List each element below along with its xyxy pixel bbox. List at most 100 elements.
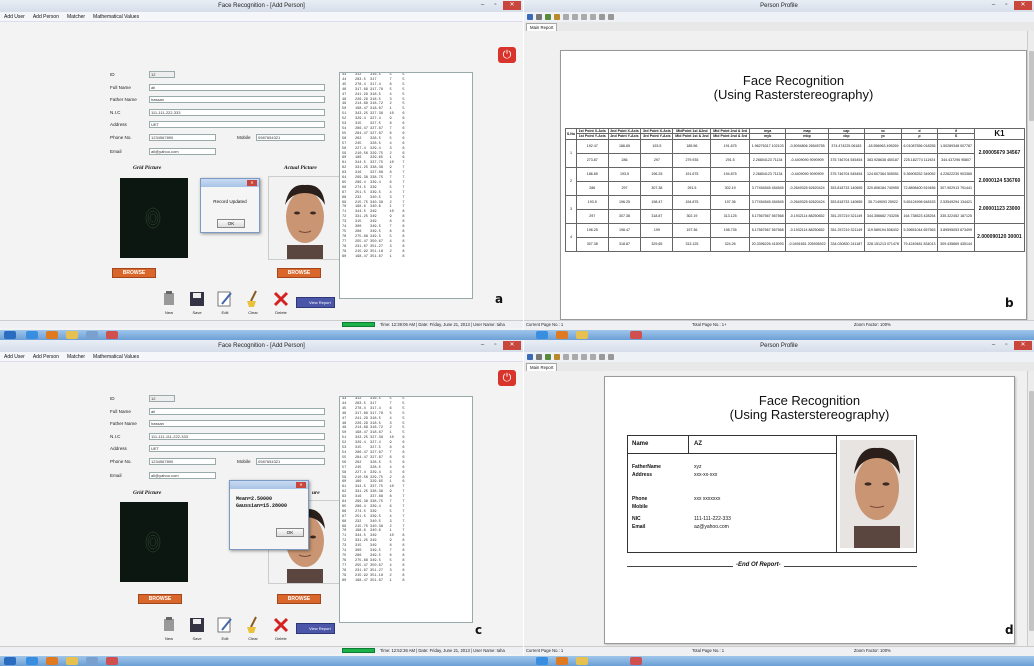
browse-grid-button[interactable]: BROWSE — [112, 268, 156, 278]
next-page-icon[interactable] — [581, 354, 587, 360]
vertical-scrollbar[interactable] — [1027, 31, 1034, 320]
view-report-button[interactable]: View Report — [296, 623, 335, 634]
mobile-field[interactable]: 0987654321 — [256, 458, 325, 465]
maximize-button[interactable]: ▫ — [490, 341, 501, 350]
delete-button[interactable] — [272, 290, 290, 308]
search-icon[interactable] — [599, 354, 605, 360]
minimize-button[interactable]: – — [477, 1, 488, 10]
browse-actual-button[interactable]: BROWSE — [277, 268, 321, 278]
first-page-icon[interactable] — [563, 354, 569, 360]
paint-icon-2[interactable] — [630, 331, 642, 339]
refresh-icon[interactable] — [545, 14, 551, 20]
start-icon[interactable] — [4, 331, 16, 339]
menu-item-add-user[interactable]: Add User — [4, 12, 25, 21]
coordinate-list[interactable]: 43 312 316.5 5 5 44 283.5 317 7 5 45 278.4… — [339, 396, 473, 623]
new-button[interactable] — [160, 616, 178, 634]
media-icon-2[interactable] — [556, 657, 568, 665]
delete-button[interactable] — [272, 616, 290, 634]
menu-item-add-person[interactable]: Add Person — [33, 352, 59, 361]
refresh-icon[interactable] — [545, 354, 551, 360]
address-field[interactable]: UET — [149, 121, 325, 128]
phone-field[interactable]: 1234567890 — [149, 458, 216, 465]
id-field[interactable]: 12 — [149, 71, 175, 78]
close-button[interactable]: ✕ — [503, 1, 521, 10]
dialog-ok-button[interactable]: OK — [217, 219, 245, 228]
last-page-icon[interactable] — [590, 354, 596, 360]
menu-item-mathematical-values[interactable]: Mathematical Values — [93, 12, 139, 21]
menu-item-add-person[interactable]: Add Person — [33, 12, 59, 21]
first-page-icon[interactable] — [563, 14, 569, 20]
app-icon[interactable] — [86, 331, 98, 339]
close-button[interactable]: ✕ — [1014, 341, 1032, 350]
ie-icon[interactable] — [26, 331, 38, 339]
email-field[interactable]: ali@yahoo.com — [149, 148, 216, 155]
paint-icon-2[interactable] — [630, 657, 642, 665]
fullname-field[interactable]: ali — [149, 84, 325, 91]
view-report-button[interactable]: View Report — [296, 297, 335, 308]
media-icon-2[interactable] — [556, 331, 568, 339]
power-icon[interactable]: ⏻ — [498, 370, 516, 386]
email-field[interactable]: ali@yahoo.com — [149, 472, 216, 479]
explorer-icon[interactable] — [66, 657, 78, 665]
media-icon[interactable] — [46, 657, 58, 665]
minimize-button[interactable]: – — [477, 341, 488, 350]
address-field[interactable]: UET — [149, 445, 325, 452]
list-item[interactable]: 80 198.47 351.87 1 8 — [342, 255, 472, 260]
tab-main-report[interactable]: Main Report — [526, 23, 558, 31]
prev-page-icon[interactable] — [572, 14, 578, 20]
zoom-icon[interactable] — [608, 14, 614, 20]
tab-main-report[interactable]: Main Report — [526, 363, 558, 371]
menu-item-matcher[interactable]: Matcher — [67, 352, 85, 361]
edit-button[interactable] — [216, 290, 234, 308]
export-icon[interactable] — [527, 14, 533, 20]
maximize-button[interactable]: ▫ — [1001, 341, 1012, 350]
nic-field[interactable]: 111-111-222-333 — [149, 109, 325, 116]
menu-item-add-user[interactable]: Add User — [4, 352, 25, 361]
power-icon[interactable]: ⏻ — [498, 47, 516, 63]
dialog-ok-button[interactable]: OK — [276, 528, 304, 537]
browse-grid-button[interactable]: BROWSE — [138, 594, 182, 604]
explorer-icon-2[interactable] — [576, 331, 588, 339]
id-field[interactable]: 12 — [149, 395, 175, 402]
dialog-close-button[interactable]: ✕ — [247, 180, 257, 186]
last-page-icon[interactable] — [590, 14, 596, 20]
tree-icon[interactable] — [554, 354, 560, 360]
save-button[interactable] — [188, 290, 206, 308]
paint-icon[interactable] — [106, 657, 118, 665]
coordinate-list[interactable]: 43 312 316.5 5 5 44 283.5 317 7 5 45 278.4… — [339, 72, 473, 299]
explorer-icon[interactable] — [66, 331, 78, 339]
mobile-field[interactable]: 0987654321 — [256, 134, 325, 141]
clear-button[interactable] — [244, 290, 262, 308]
fullname-field[interactable]: ali — [149, 408, 325, 415]
menu-item-matcher[interactable]: Matcher — [67, 12, 85, 21]
ie-icon-2[interactable] — [536, 657, 548, 665]
maximize-button[interactable]: ▫ — [490, 1, 501, 10]
zoom-icon[interactable] — [608, 354, 614, 360]
explorer-icon-2[interactable] — [576, 657, 588, 665]
export-icon[interactable] — [527, 354, 533, 360]
prev-page-icon[interactable] — [572, 354, 578, 360]
browse-actual-button[interactable]: BROWSE — [277, 594, 321, 604]
close-button[interactable]: ✕ — [503, 341, 521, 350]
phone-field[interactable]: 1234567890 — [149, 134, 216, 141]
dialog-close-button[interactable]: ✕ — [296, 482, 306, 488]
father-name-field[interactable]: hassan — [149, 96, 325, 103]
media-icon[interactable] — [46, 331, 58, 339]
ie-icon[interactable] — [26, 657, 38, 665]
save-button[interactable] — [188, 616, 206, 634]
ie-icon-2[interactable] — [536, 331, 548, 339]
minimize-button[interactable]: – — [988, 1, 999, 10]
paint-icon[interactable] — [106, 331, 118, 339]
tree-icon[interactable] — [554, 14, 560, 20]
new-button[interactable] — [160, 290, 178, 308]
search-icon[interactable] — [599, 14, 605, 20]
list-item[interactable]: 80 198.47 351.87 1 8 — [342, 579, 472, 584]
print-icon[interactable] — [536, 14, 542, 20]
vertical-scrollbar[interactable] — [1027, 371, 1034, 646]
edit-button[interactable] — [216, 616, 234, 634]
app-icon[interactable] — [86, 657, 98, 665]
father-name-field[interactable]: hassan — [149, 420, 325, 427]
start-icon[interactable] — [4, 657, 16, 665]
next-page-icon[interactable] — [581, 14, 587, 20]
close-button[interactable]: ✕ — [1014, 1, 1032, 10]
